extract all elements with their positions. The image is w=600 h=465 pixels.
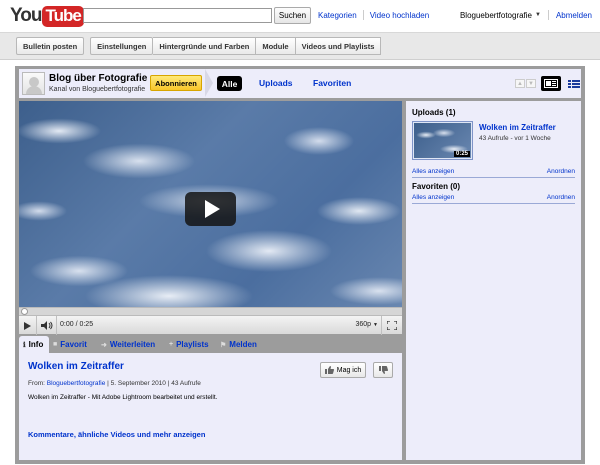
tab-modules[interactable]: Module <box>256 37 296 55</box>
user-area: Bloguebertfotografie ▼ Abmelden <box>460 10 592 20</box>
subscribe-button[interactable]: Abonnieren <box>150 75 202 91</box>
logo-tube-text: Tube <box>42 5 84 27</box>
progress-bar[interactable] <box>19 307 402 315</box>
player-controls: 0:00 / 0:25 360p ▼ <box>19 315 402 335</box>
divider <box>547 10 549 20</box>
masthead: You Tube Suchen Kategorien Video hochlad… <box>0 0 600 32</box>
progress-scrubber[interactable] <box>21 308 28 315</box>
meta-date-views: | 5. September 2010 | 43 Aufrufe <box>105 380 201 387</box>
channel-frame: Blog über Fotografie Kanal von Blogueber… <box>15 66 585 464</box>
channel-subtitle: Kanal von Bloguebertfotografie <box>49 86 146 93</box>
search-input[interactable] <box>83 8 272 23</box>
avatar-body-shape <box>26 86 42 94</box>
channel-title: Blog über Fotografie <box>49 73 148 84</box>
next-page-icon[interactable]: ▼ <box>526 79 536 88</box>
fullscreen-icon <box>387 321 397 330</box>
sidebar-video-meta: 43 Aufrufe - vor 1 Woche <box>479 135 551 142</box>
video-info-tabs: ℹ Info ■ Favorit ➜ Weiterleiten + Playlists … <box>19 336 402 353</box>
duration-badge: 0:25 <box>453 151 470 157</box>
logout-link[interactable]: Abmelden <box>556 11 592 20</box>
thumbnail-image: 0:25 <box>414 123 471 158</box>
username-menu[interactable]: Bloguebertfotografie <box>460 11 532 20</box>
tab-favorite-label: Favorit <box>60 340 87 349</box>
nav-all[interactable]: Alle <box>217 76 242 91</box>
grid-view-icon[interactable] <box>564 76 584 91</box>
volume-icon <box>40 321 52 330</box>
nav-favorites[interactable]: Favoriten <box>313 78 351 88</box>
uploads-actions-row: Alles anzeigen Anordnen <box>412 168 575 178</box>
tab-report[interactable]: ⚑ Melden <box>220 336 257 353</box>
meta-from-label: From: <box>28 380 47 387</box>
play-button[interactable] <box>19 316 37 335</box>
tab-settings[interactable]: Einstellungen <box>90 37 154 55</box>
tab-playlists-label: Playlists <box>176 340 209 349</box>
tab-videos-playlists[interactable]: Videos und Playlists <box>295 37 382 55</box>
nav-uploads[interactable]: Uploads <box>259 78 293 88</box>
chevron-down-icon[interactable]: ▼ <box>535 12 541 18</box>
video-description: Wolken im Zeitraffer - Mit Adobe Lightro… <box>28 394 218 401</box>
channel-editor-toolbar: Bulletin posten Einstellungen Hintergrün… <box>0 32 600 60</box>
uploads-show-all-link[interactable]: Alles anzeigen <box>412 168 454 175</box>
tab-share[interactable]: ➜ Weiterleiten <box>101 336 155 353</box>
quality-selector[interactable]: 360p ▼ <box>355 321 378 328</box>
tab-info-label: Info <box>28 340 44 349</box>
header-arrow-divider <box>205 69 213 97</box>
like-label: Mag ich <box>336 366 362 374</box>
like-button[interactable]: Mag ich <box>320 362 366 378</box>
volume-button[interactable] <box>37 316 57 335</box>
uploads-heading: Uploads (1) <box>412 108 456 117</box>
channel-header: Blog über Fotografie Kanal von Blogueber… <box>19 69 581 98</box>
video-frame[interactable] <box>19 101 402 307</box>
divider <box>362 10 364 20</box>
sidebar-video-title[interactable]: Wolken im Zeitraffer <box>479 123 556 132</box>
video-meta: From: Bloguebertfotografie | 5. Septembe… <box>28 380 201 387</box>
video-thumbnail[interactable]: 0:25 <box>412 121 473 160</box>
favorites-show-all-link[interactable]: Alles anzeigen <box>412 194 454 201</box>
bookmark-icon: ■ <box>53 341 58 348</box>
tab-themes-colors[interactable]: Hintergründe und Farben <box>153 37 257 55</box>
play-overlay-button[interactable] <box>185 192 236 226</box>
uploads-arrange-link[interactable]: Anordnen <box>547 168 575 175</box>
tab-bulletin[interactable]: Bulletin posten <box>16 37 85 55</box>
favorites-actions-row: Alles anzeigen Anordnen <box>412 194 575 204</box>
youtube-logo[interactable]: You Tube <box>10 4 84 28</box>
top-links: Kategorien Video hochladen <box>318 10 429 20</box>
tab-info[interactable]: ℹ Info <box>19 336 50 353</box>
favorites-arrange-link[interactable]: Anordnen <box>547 194 575 201</box>
time-display: 0:00 / 0:25 <box>60 321 94 328</box>
player-view-icon[interactable] <box>541 76 561 91</box>
dislike-button[interactable] <box>373 362 393 378</box>
show-more-link[interactable]: Kommentare, ähnliche Videos und mehr anz… <box>28 430 205 439</box>
chevron-down-icon: ▼ <box>373 322 378 328</box>
video-title[interactable]: Wolken im Zeitraffer <box>28 361 124 372</box>
tab-share-label: Weiterleiten <box>109 340 156 349</box>
previous-page-icon[interactable]: ▲ <box>515 79 525 88</box>
tab-favorite[interactable]: ■ Favorit <box>53 336 87 353</box>
play-icon <box>205 200 220 218</box>
search-button[interactable]: Suchen <box>274 7 311 24</box>
logo-you-text: You <box>10 5 43 26</box>
fullscreen-button[interactable] <box>381 316 402 335</box>
uploader-link[interactable]: Bloguebertfotografie <box>47 380 106 387</box>
favorites-heading: Favoriten (0) <box>412 182 461 191</box>
tab-playlists[interactable]: + Playlists <box>169 336 209 353</box>
video-info-panel: Wolken im Zeitraffer From: Bloguebertfot… <box>19 353 402 460</box>
avatar[interactable] <box>22 72 45 95</box>
upload-video-link[interactable]: Video hochladen <box>370 11 429 20</box>
tab-report-label: Melden <box>229 340 257 349</box>
flag-icon: ⚑ <box>220 341 227 349</box>
play-icon <box>24 321 31 330</box>
plus-icon: + <box>169 341 174 348</box>
thumbs-up-icon <box>324 366 334 374</box>
thumbs-down-icon <box>378 366 388 374</box>
sidebar: Uploads (1) 0:25 Wolken im Zeitraffer 43… <box>406 101 581 460</box>
categories-link[interactable]: Kategorien <box>318 11 357 20</box>
quality-label: 360p <box>355 321 372 328</box>
info-icon: ℹ <box>23 341 26 349</box>
share-arrow-icon: ➜ <box>101 341 107 349</box>
video-player[interactable]: 0:00 / 0:25 360p ▼ <box>19 101 402 335</box>
